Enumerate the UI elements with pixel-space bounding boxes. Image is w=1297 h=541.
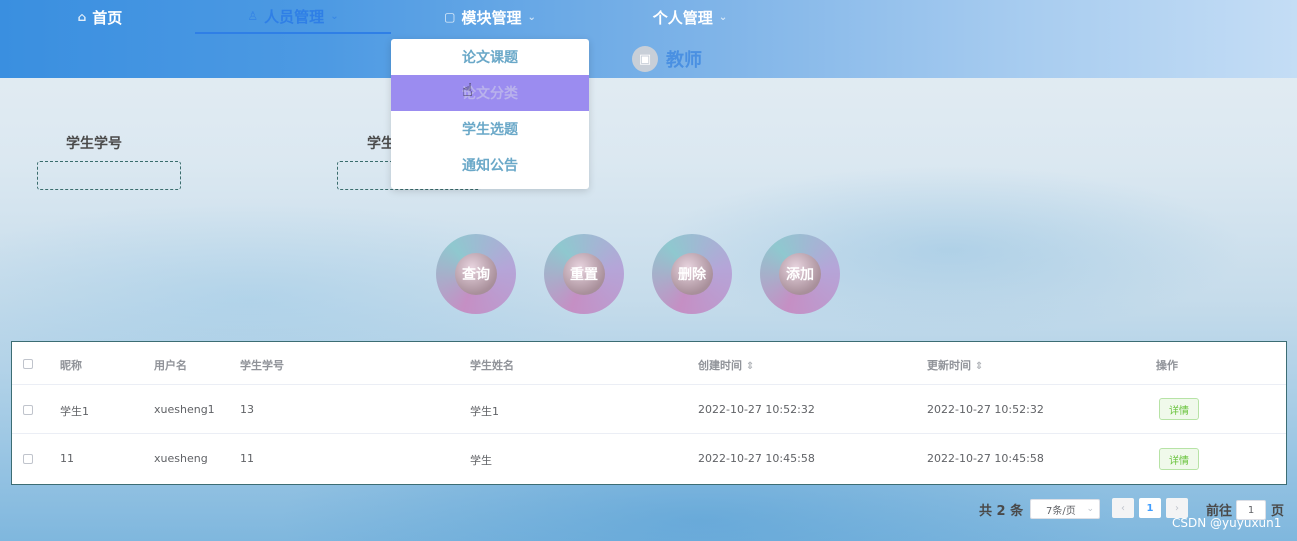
add-button[interactable]: 添加 — [760, 234, 840, 314]
col-username: 用户名 — [154, 359, 187, 372]
student-id-input[interactable] — [37, 161, 181, 190]
delete-button-label: 删除 — [671, 253, 713, 295]
select-all-checkbox[interactable] — [23, 359, 33, 369]
reset-button[interactable]: 重置 — [544, 234, 624, 314]
nav-module[interactable]: ▢ 模块管理 ⌄ — [391, 0, 589, 34]
col-updated[interactable]: 更新时间 ⇕ — [927, 357, 983, 373]
col-updated-label: 更新时间 — [927, 359, 971, 372]
detail-button[interactable]: 详情 — [1159, 448, 1199, 470]
chevron-down-icon: ⌄ — [1086, 504, 1094, 514]
role-display[interactable]: ▣ 教师 — [632, 46, 702, 72]
nav-module-label: 模块管理 — [461, 8, 522, 27]
cell-nickname: 学生1 — [60, 405, 89, 418]
nav-home[interactable]: ⌂ 首页 — [50, 0, 150, 34]
col-actions: 操作 — [1156, 359, 1178, 372]
cell-username: xuesheng — [154, 452, 208, 465]
col-student-name: 学生姓名 — [470, 359, 514, 372]
delete-button[interactable]: 删除 — [652, 234, 732, 314]
col-student-id: 学生学号 — [240, 359, 284, 372]
cell-created: 2022-10-27 10:45:58 — [698, 452, 815, 465]
cell-username: xuesheng1 — [154, 403, 215, 416]
page-number-button[interactable]: 1 — [1139, 498, 1161, 518]
cell-student-name: 学生 — [470, 454, 492, 467]
prev-page-button[interactable]: ‹ — [1112, 498, 1134, 518]
nav-home-label: 首页 — [92, 8, 123, 27]
query-button-label: 查询 — [455, 253, 497, 295]
cell-created: 2022-10-27 10:52:32 — [698, 403, 815, 416]
table-row: 学生1 xuesheng1 13 学生1 2022-10-27 10:52:32… — [12, 385, 1286, 434]
nav-personal[interactable]: 个人管理 ⌄ — [600, 0, 780, 34]
col-created[interactable]: 创建时间 ⇕ — [698, 357, 754, 373]
table-row: 11 xuesheng 11 学生 2022-10-27 10:45:58 20… — [12, 434, 1286, 484]
chevron-down-icon: ⌄ — [527, 11, 536, 23]
role-label: 教师 — [666, 50, 702, 71]
student-table: 昵称 用户名 学生学号 学生姓名 创建时间 ⇕ 更新时间 ⇕ 操作 学生1 xu… — [11, 341, 1287, 485]
student-id-label: 学生学号 — [66, 136, 122, 152]
sort-icon[interactable]: ⇕ — [746, 361, 754, 372]
cell-student-name: 学生1 — [470, 405, 499, 418]
watermark-text: CSDN @yuyuxun1 — [1172, 516, 1282, 530]
next-page-button[interactable]: › — [1166, 498, 1188, 518]
nav-personnel-label: 人员管理 — [264, 7, 325, 26]
cell-student-id: 13 — [240, 403, 254, 416]
detail-button[interactable]: 详情 — [1159, 398, 1199, 420]
menu-item-thesis-topic[interactable]: 论文课题 — [391, 39, 589, 75]
user-icon: ♙ — [247, 9, 259, 23]
chevron-down-icon: ⌄ — [330, 10, 339, 22]
menu-item-student-selection[interactable]: 学生选题 — [391, 111, 589, 147]
row-checkbox[interactable] — [23, 405, 33, 415]
image-icon: ▣ — [632, 46, 658, 72]
menu-item-thesis-category[interactable]: 论文分类 — [391, 75, 589, 111]
sort-icon[interactable]: ⇕ — [975, 361, 983, 372]
row-checkbox[interactable] — [23, 454, 33, 464]
page-size-value: 7条/页 — [1046, 505, 1076, 517]
nav-personnel[interactable]: ♙ 人员管理 ⌄ — [195, 0, 391, 34]
add-button-label: 添加 — [779, 253, 821, 295]
module-icon: ▢ — [444, 10, 456, 24]
menu-item-notice[interactable]: 通知公告 — [391, 147, 589, 183]
col-created-label: 创建时间 — [698, 359, 742, 372]
nav-personal-label: 个人管理 — [652, 8, 713, 27]
pagination-total: 共 2 条 — [979, 504, 1024, 519]
cell-updated: 2022-10-27 10:52:32 — [927, 403, 1044, 416]
cell-student-id: 11 — [240, 452, 254, 465]
reset-button-label: 重置 — [563, 253, 605, 295]
page-size-select[interactable]: 7条/页 ⌄ — [1030, 499, 1100, 519]
cell-updated: 2022-10-27 10:45:58 — [927, 452, 1044, 465]
cell-nickname: 11 — [60, 452, 74, 465]
home-icon: ⌂ — [77, 10, 87, 24]
table-header-row: 昵称 用户名 学生学号 学生姓名 创建时间 ⇕ 更新时间 ⇕ 操作 — [12, 342, 1286, 385]
module-dropdown-menu: 论文课题 论文分类 学生选题 通知公告 — [391, 39, 589, 189]
query-button[interactable]: 查询 — [436, 234, 516, 314]
col-nickname: 昵称 — [60, 359, 82, 372]
hand-cursor-icon: ☝ — [462, 80, 473, 101]
chevron-down-icon: ⌄ — [718, 11, 728, 23]
